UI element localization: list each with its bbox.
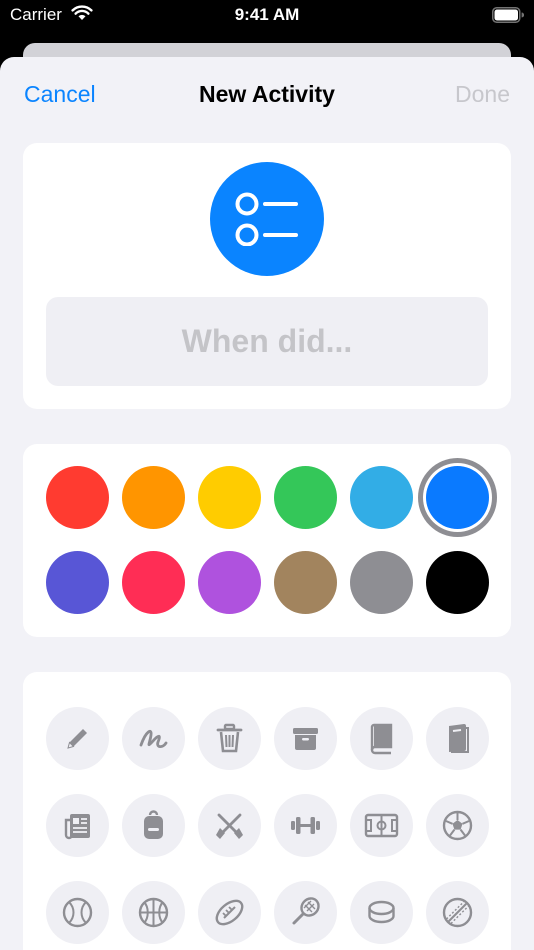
color-swatch-pink[interactable] <box>122 551 185 614</box>
icon-option-hockey-puck[interactable] <box>350 881 413 944</box>
icon-option-baseball[interactable] <box>46 881 109 944</box>
color-swatch-brown[interactable] <box>274 551 337 614</box>
battery-icon <box>492 7 525 28</box>
status-bar: Carrier 9:41 AM <box>0 0 534 32</box>
color-swatch-green[interactable] <box>274 466 337 529</box>
color-swatch-purple[interactable] <box>198 551 261 614</box>
icon-option-cricket-ball[interactable] <box>426 881 489 944</box>
color-swatch-cyan[interactable] <box>350 466 413 529</box>
icon-option-basketball[interactable] <box>122 881 185 944</box>
icon-picker-card <box>23 672 511 950</box>
done-button[interactable]: Done <box>455 81 510 108</box>
color-swatch-gray[interactable] <box>350 551 413 614</box>
icon-option-trash[interactable] <box>198 707 261 770</box>
icon-option-scribble[interactable] <box>122 707 185 770</box>
status-time: 9:41 AM <box>234 5 300 24</box>
color-swatch-black[interactable] <box>426 551 489 614</box>
icon-option-dumbbell[interactable] <box>274 794 337 857</box>
icon-option-book[interactable] <box>350 707 413 770</box>
icon-option-pencil[interactable] <box>46 707 109 770</box>
icon-option-oars[interactable] <box>198 794 261 857</box>
icon-option-football[interactable] <box>198 881 261 944</box>
icon-option-soccer-ball[interactable] <box>426 794 489 857</box>
icon-option-notebook[interactable] <box>426 707 489 770</box>
new-activity-sheet: Cancel New Activity Done <box>0 57 534 950</box>
color-swatch-yellow[interactable] <box>198 466 261 529</box>
activity-name-field[interactable] <box>46 297 488 386</box>
icon-option-archivebox[interactable] <box>274 707 337 770</box>
icon-option-backpack[interactable] <box>122 794 185 857</box>
icon-option-sports-court[interactable] <box>350 794 413 857</box>
icon-option-tennis-racket[interactable] <box>274 881 337 944</box>
color-swatch-indigo[interactable] <box>46 551 109 614</box>
color-swatch-blue[interactable] <box>426 466 489 529</box>
page-title: New Activity <box>199 81 335 107</box>
color-swatch-orange[interactable] <box>122 466 185 529</box>
activity-name-card <box>23 143 511 409</box>
color-swatch-red[interactable] <box>46 466 109 529</box>
icon-option-newspaper[interactable] <box>46 794 109 857</box>
activity-icon-preview <box>210 162 324 276</box>
color-picker-card <box>23 444 511 637</box>
